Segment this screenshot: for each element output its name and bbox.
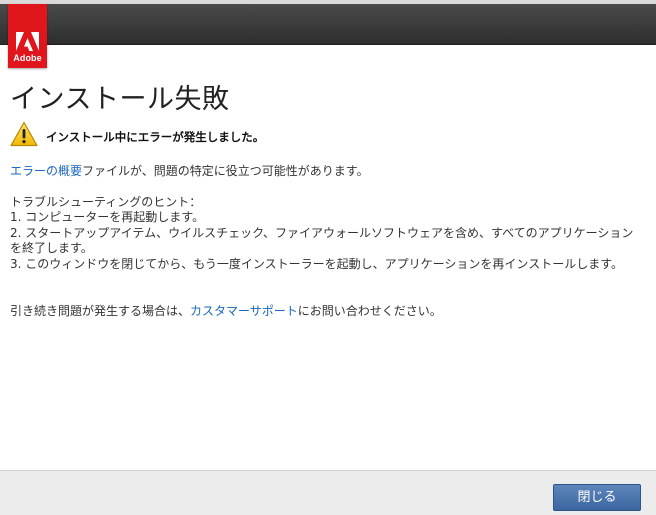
customer-support-link[interactable]: カスタマーサポート — [190, 304, 298, 318]
adobe-logo-text: Adobe — [13, 53, 42, 63]
header-bar — [0, 4, 656, 45]
adobe-logo-icon — [16, 32, 39, 51]
close-button[interactable]: 閉じる — [553, 484, 641, 511]
support-prefix: 引き続き問題が発生する場合は、 — [10, 304, 191, 318]
support-suffix: にお問い合わせください。 — [297, 304, 442, 318]
tip-item-1: 1. コンピューターを再起動します。 — [10, 210, 205, 224]
adobe-logo: Adobe — [8, 4, 47, 68]
summary-text: ファイルが、問題の特定に役立つ可能性があります。 — [82, 164, 369, 178]
summary-paragraph: エラーの概要ファイルが、問題の特定に役立つ可能性があります。 — [10, 164, 642, 180]
error-summary-link[interactable]: エラーの概要 — [10, 164, 82, 178]
tips-heading: トラブルシューティングのヒント： — [10, 195, 202, 209]
tip-item-2: 2. スタートアップアイテム、ウイルスチェック、ファイアウォールソフトウェアを含… — [10, 225, 634, 256]
installer-window: Adobe インストール失敗 インストール中にエラーが発生しました。 エラーの概… — [0, 0, 656, 515]
tip-item-3: 3. このウィンドウを閉じてから、もう一度インストーラーを起動し、アプリケーショ… — [10, 256, 623, 271]
warning-message: インストール中にエラーが発生しました。 — [46, 130, 265, 144]
page-title: インストール失敗 — [10, 84, 230, 115]
support-paragraph: 引き続き問題が発生する場合は、カスタマーサポートにお問い合わせください。 — [10, 304, 642, 320]
footer-bar: 閉じる — [0, 470, 656, 515]
warning-icon — [10, 121, 38, 147]
tips-list: 1. コンピューターを再起動します。 2. スタートアップアイテム、ウイルスチェ… — [10, 210, 642, 272]
